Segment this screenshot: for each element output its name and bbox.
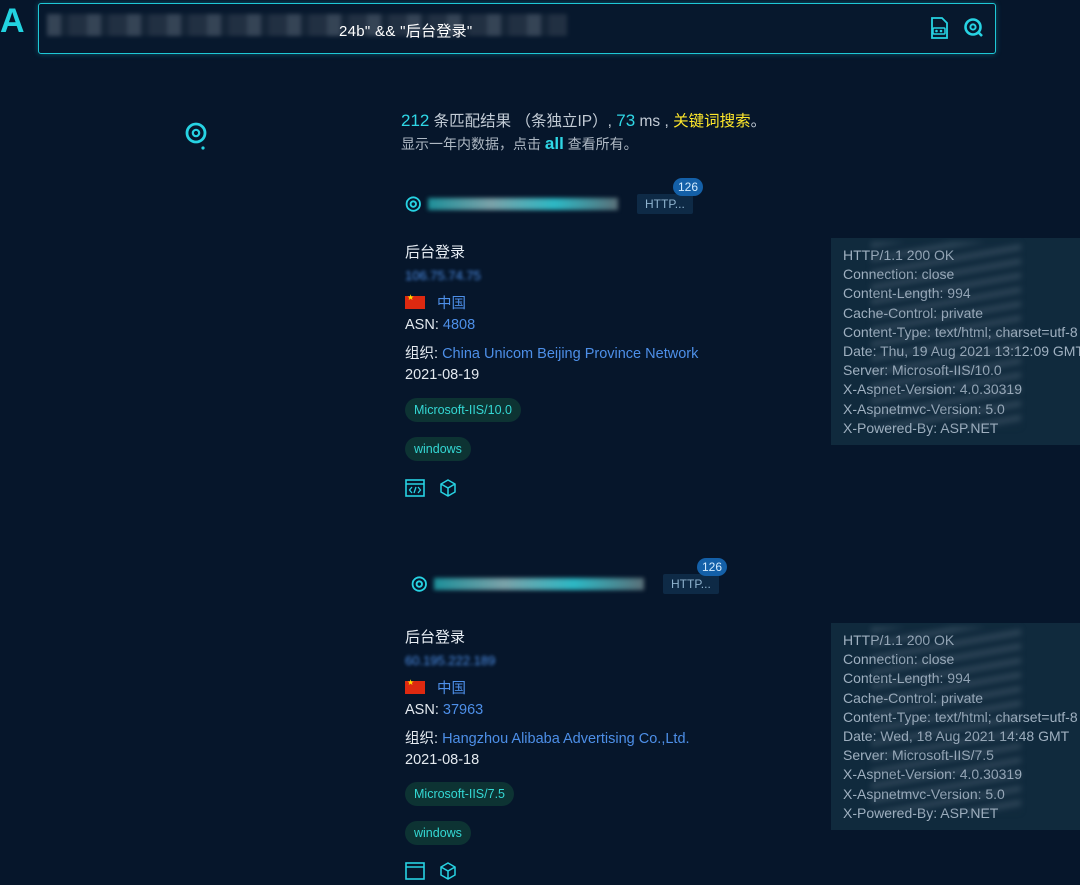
search-bar[interactable]: 24b" && "后台登录" [38,3,996,54]
keyword-search-link[interactable]: 关键词搜索 [673,113,751,130]
protocol-tag[interactable]: HTTP... [637,194,693,214]
header-line: HTTP/1.1 200 OK [843,247,955,263]
country-name[interactable]: 中国 [437,292,466,313]
image-search-icon[interactable] [928,17,950,39]
result-org: 组织: Hangzhou Alibaba Advertising Co.,Ltd… [405,727,690,748]
header-line: Date: Thu, 19 Aug 2021 13:12:09 GMT [843,343,1080,360]
cube-icon[interactable] [439,862,459,882]
header-line: X-Powered-By: ASP.NET [843,419,999,436]
result-summary: 212 条匹配结果 （条独立IP）, 73 ms , 关键词搜索。 [401,109,766,131]
count-badge: 126 [673,178,704,196]
result-ip-redacted [433,577,644,590]
code-icon[interactable] [405,479,425,499]
cube-icon[interactable] [439,479,459,499]
result-date: 2021-08-19 [405,367,480,383]
sidebar-search-icon[interactable] [183,120,209,150]
note-suffix: 查看所有。 [563,136,638,152]
result-country[interactable]: 中国 [405,677,466,698]
china-flag-icon [405,293,425,309]
result-card: ◎ HTTP... 126 后台登录 106.75.74.75 中国 ASN: … [405,178,825,497]
header-line: X-Powered-By: ASP.NET [843,804,999,821]
result-country[interactable]: 中国 [405,292,466,313]
header-line: Content-Length: 994 [843,670,971,687]
header-line: Server: Microsoft-IIS/10.0 [843,362,1002,379]
header-line: Content-Type: text/html; charset=utf-8 [843,708,1078,725]
summary-period: 。 [750,113,767,130]
header-line: X-Aspnetmvc-Version: 5.0 [843,785,1005,802]
show-all-link[interactable]: all [545,134,564,153]
header-line: Date: Wed, 18 Aug 2021 14:48 GMT [843,728,1070,745]
response-headers-panel: HTTP/1.1 200 OK Connection: close Conten… [831,238,1080,445]
result-header: ◎ HTTP... 126 [405,558,825,598]
ip-link-icon: ◎ [411,573,428,594]
header-line: Connection: close [843,651,955,668]
result-actions [405,479,459,499]
china-flag-icon [405,678,425,694]
protocol-tag[interactable]: HTTP... [663,574,719,594]
search-icon[interactable] [963,17,985,39]
response-headers-panel: HTTP/1.1 200 OK Connection: close Conten… [831,623,1080,830]
org-label: 组织: [405,346,439,362]
result-ip-link[interactable]: ◎ [405,192,618,215]
result-count-suffix: 条匹配结果 （条独立IP）, [429,113,612,130]
country-name[interactable]: 中国 [437,677,466,698]
header-line: HTTP/1.1 200 OK [843,632,955,648]
header-line: Content-Type: text/html; charset=utf-8 [843,323,1078,340]
result-date: 2021-08-18 [405,752,480,768]
note-prefix: 显示一年内数据，点击 [401,136,545,152]
org-link[interactable]: Hangzhou Alibaba Advertising Co.,Ltd. [442,731,689,747]
header-line: Content-Length: 994 [843,285,971,302]
asn-link[interactable]: 37963 [443,702,483,718]
response-time-suffix: ms , [635,113,669,130]
result-host-link[interactable]: 60.195.222.189 [405,653,505,667]
result-actions [405,862,459,882]
code-icon[interactable] [405,862,425,882]
header-line: X-Aspnet-Version: 4.0.30319 [843,381,1023,398]
header-line: X-Aspnetmvc-Version: 5.0 [843,400,1005,417]
result-summary-note: 显示一年内数据，点击 all 查看所有。 [401,134,638,154]
header-line: Connection: close [843,266,955,283]
os-chip[interactable]: windows [405,437,471,461]
search-query-redacted [47,14,567,36]
search-query-text[interactable]: 24b" && "后台登录" [339,20,473,41]
header-line: X-Aspnet-Version: 4.0.30319 [843,766,1023,783]
asn-label: ASN: [405,702,439,718]
result-asn: ASN: 4808 [405,317,475,333]
org-label: 组织: [405,731,439,747]
result-card: ◎ HTTP... 126 后台登录 60.195.222.189 中国 ASN… [405,558,825,880]
header-line: Cache-Control: private [843,304,984,321]
header-line: Cache-Control: private [843,689,984,706]
asn-label: ASN: [405,317,439,333]
result-title: 后台登录 [405,244,466,261]
header-line: Server: Microsoft-IIS/7.5 [843,747,994,764]
count-badge: 126 [697,558,728,576]
result-ip-link[interactable]: ◎ [411,572,644,595]
server-chip[interactable]: Microsoft-IIS/10.0 [405,398,521,422]
result-count: 212 [401,111,430,130]
result-title: 后台登录 [405,629,466,646]
result-ip-redacted [427,197,618,210]
response-time: 73 [616,111,636,130]
result-org: 组织: China Unicom Beijing Province Networ… [405,342,698,363]
result-host-link[interactable]: 106.75.74.75 [405,268,505,282]
result-asn: ASN: 37963 [405,702,483,718]
app-logo[interactable]: A [0,2,25,41]
asn-link[interactable]: 4808 [443,317,475,333]
ip-link-icon: ◎ [405,193,422,214]
result-header: ◎ HTTP... 126 [405,178,825,218]
os-chip[interactable]: windows [405,821,471,845]
org-link[interactable]: China Unicom Beijing Province Network [442,346,698,362]
server-chip[interactable]: Microsoft-IIS/7.5 [405,782,514,806]
